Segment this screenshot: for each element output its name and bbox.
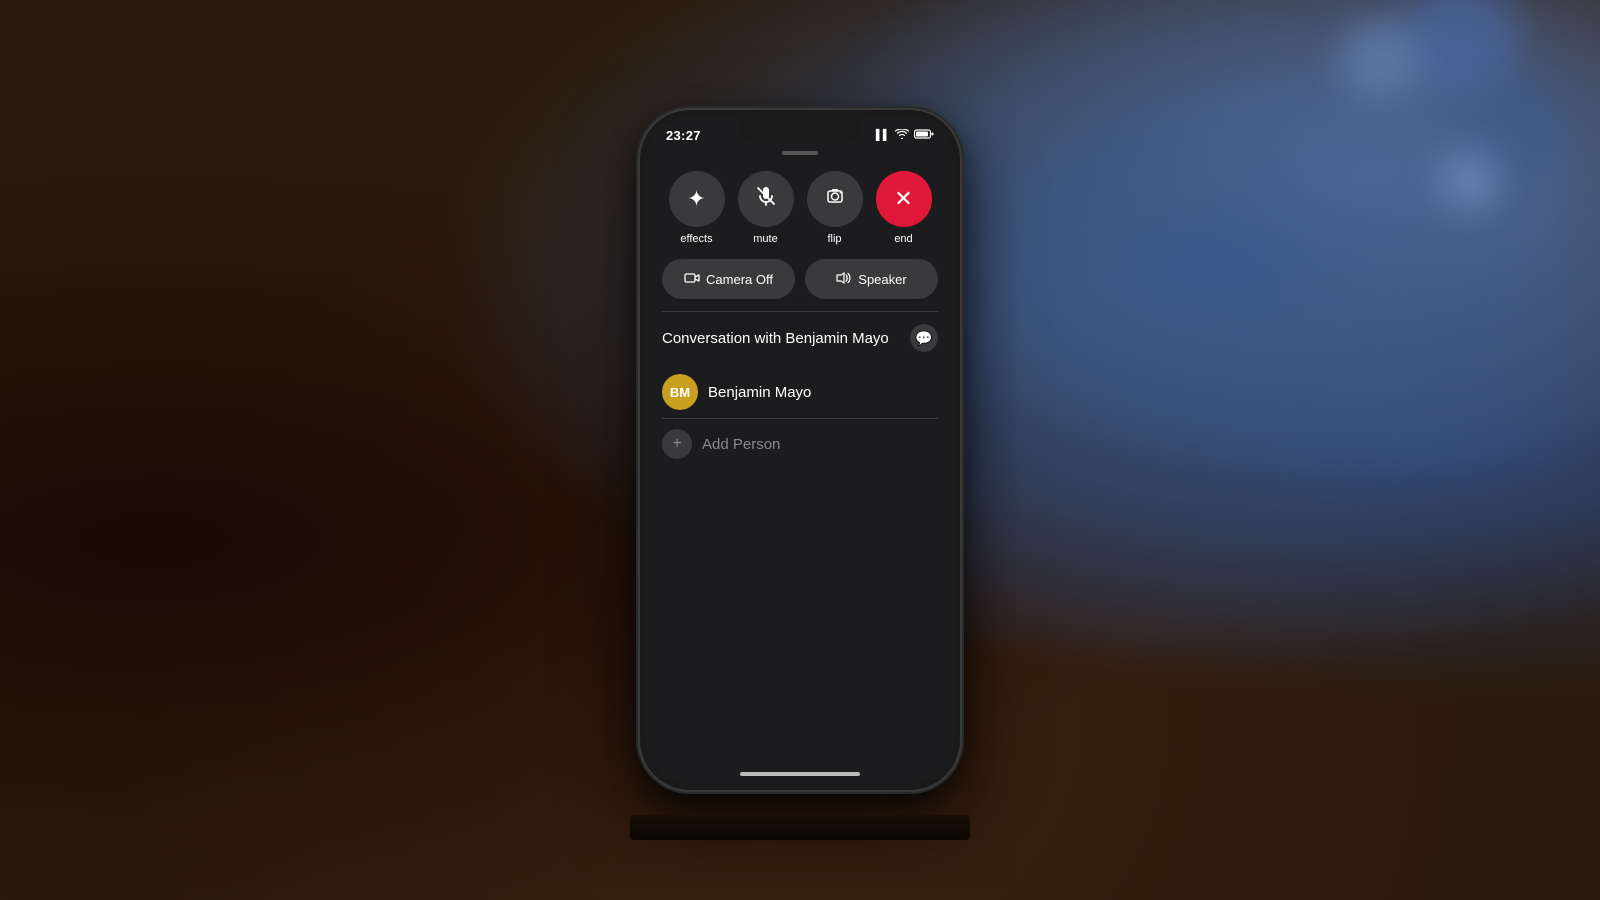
scene: 23:27 ▌▌ [0,0,1600,900]
messages-icon: 💬 [915,330,932,347]
iphone-screen: 23:27 ▌▌ [646,116,954,784]
status-time: 23:27 [666,128,701,143]
status-icons: ▌▌ [876,129,934,142]
mute-icon [755,185,777,213]
person-row: BM Benjamin Mayo [662,366,938,419]
notch [740,116,860,144]
box-under [630,815,970,840]
conversation-section: Conversation with Benjamin Mayo 💬 BM Ben… [646,312,954,784]
iphone-frame: 23:27 ▌▌ [640,110,960,790]
speaker-button[interactable]: Speaker [805,259,938,299]
scroll-pill [782,151,818,155]
end-icon: ✕ [894,186,912,212]
end-button-circle: ✕ [876,171,932,227]
battery-icon [914,129,934,142]
conversation-title: Conversation with Benjamin Mayo [662,330,889,347]
effects-button[interactable]: ✦ effects [669,171,725,245]
flip-icon [824,185,846,213]
secondary-buttons: Camera Off Speaker [662,259,938,299]
end-label: end [894,233,912,245]
effects-label: effects [680,233,712,245]
signal-icon: ▌▌ [876,130,890,141]
add-icon-circle: + [662,429,692,459]
camera-off-icon [684,271,700,288]
person-name: Benjamin Mayo [708,384,811,401]
mute-button[interactable]: mute [738,171,794,245]
add-person-row[interactable]: + Add Person [662,419,938,469]
effects-button-circle: ✦ [669,171,725,227]
camera-off-button[interactable]: Camera Off [662,259,795,299]
wifi-icon [895,129,909,142]
speaker-icon [836,271,852,288]
avatar: BM [662,374,698,410]
mute-button-circle [738,171,794,227]
add-person-label: Add Person [702,436,780,453]
conversation-header: Conversation with Benjamin Mayo 💬 [662,324,938,352]
effects-icon: ✦ [687,186,705,212]
flip-label: flip [827,233,841,245]
scroll-indicator [646,147,954,163]
flip-button-circle [807,171,863,227]
speaker-label: Speaker [858,272,906,287]
home-indicator [740,772,860,776]
add-icon: + [672,436,681,452]
mute-label: mute [753,233,777,245]
flip-button[interactable]: flip [807,171,863,245]
camera-off-label: Camera Off [706,272,773,287]
end-button[interactable]: ✕ end [876,171,932,245]
main-control-buttons: ✦ effects [662,171,938,245]
messages-button[interactable]: 💬 [910,324,938,352]
call-controls: ✦ effects [646,163,954,311]
